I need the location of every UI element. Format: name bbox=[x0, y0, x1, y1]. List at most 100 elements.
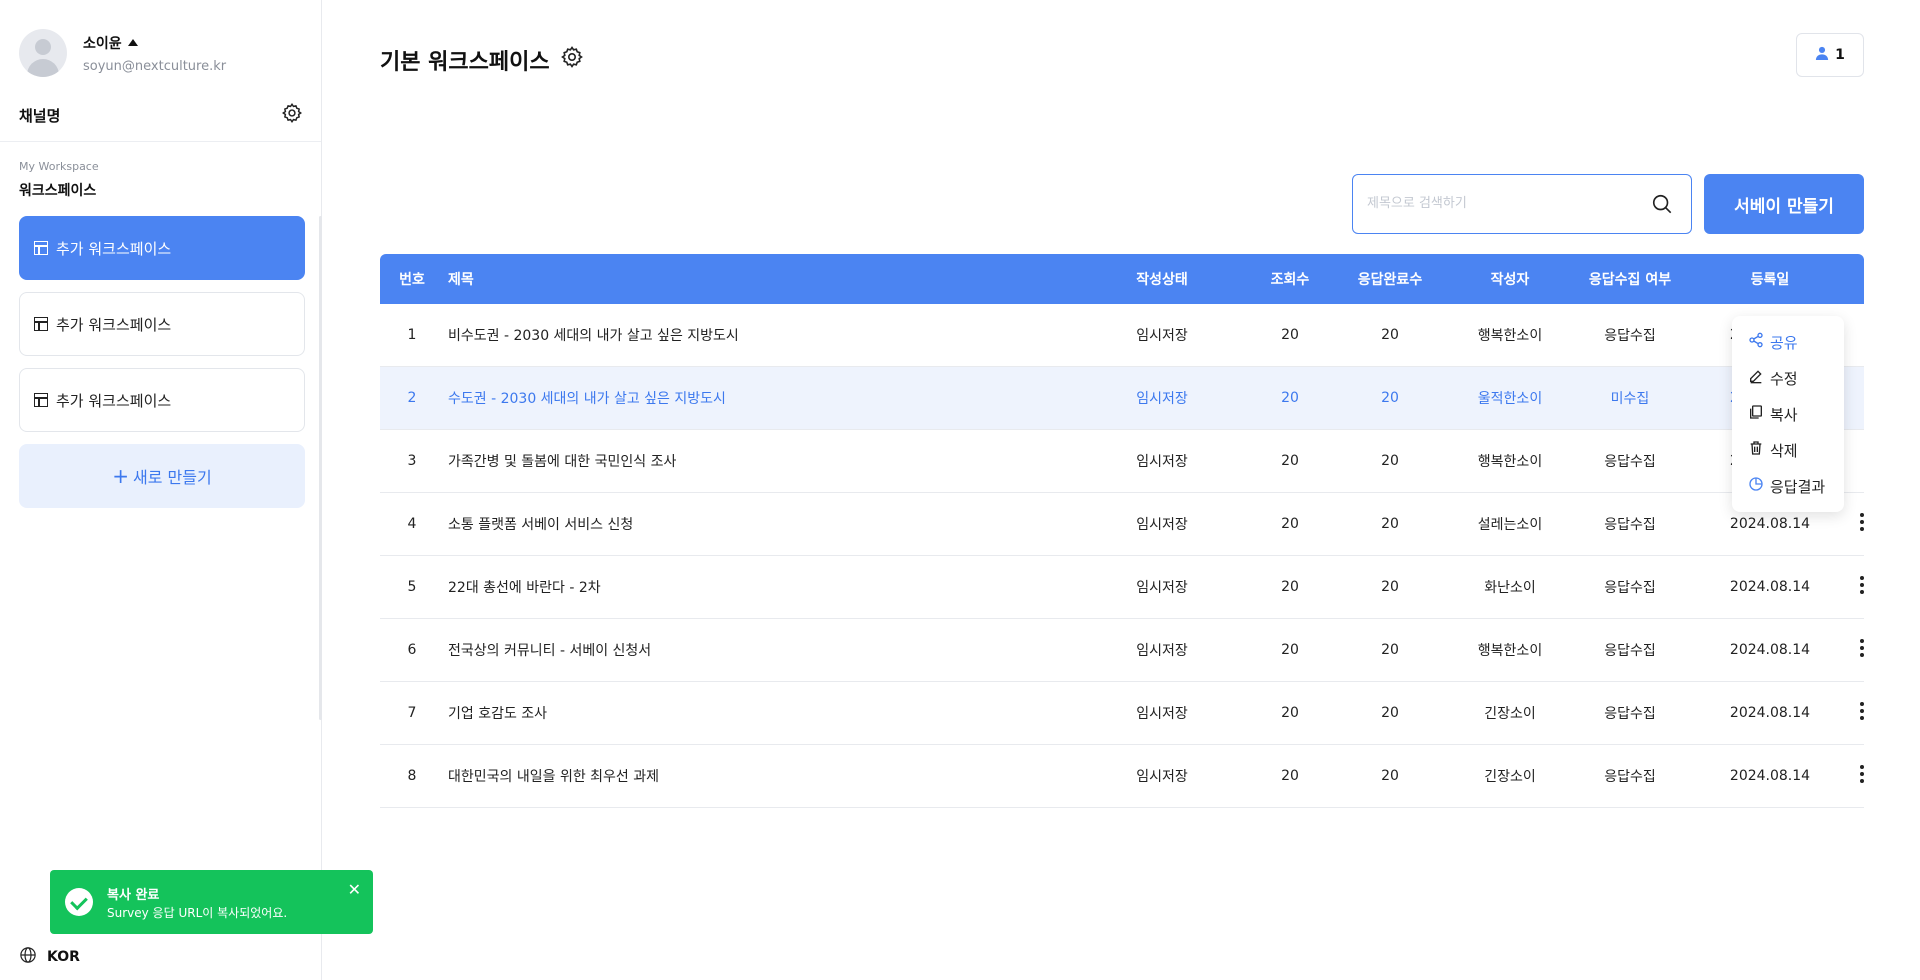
workspace-item[interactable]: 추가 워크스페이스 bbox=[19, 216, 305, 280]
menu-item-label: 수정 bbox=[1770, 369, 1798, 388]
more-vertical-icon[interactable] bbox=[1860, 576, 1864, 594]
row-author: 행복한소이 bbox=[1477, 454, 1543, 470]
caret-up-icon[interactable] bbox=[127, 39, 138, 46]
sidebar-scrollbar[interactable] bbox=[319, 216, 322, 720]
column-header[interactable]: 작성자 bbox=[1440, 269, 1580, 289]
toast-message: Survey 응답 URL이 복사되었어요. bbox=[107, 906, 288, 920]
column-header[interactable]: 작성상태 bbox=[1084, 269, 1240, 289]
page-title: 기본 워크스페이스 bbox=[380, 50, 550, 75]
sidebar: 소이윤 soyun@nextculture.kr 채널명 My Workspac… bbox=[0, 0, 322, 980]
table-row[interactable]: 7 기업 호감도 조사 임시저장 20 20 긴장소이 응답수집 2024.08… bbox=[380, 682, 1864, 745]
row-title[interactable]: 22대 총선에 바란다 - 2차 bbox=[444, 577, 1084, 597]
table-row[interactable]: 6 전국상의 커뮤니티 - 서베이 신청서 임시저장 20 20 행복한소이 응… bbox=[380, 619, 1864, 682]
workspace-item-label: 추가 워크스페이스 bbox=[56, 391, 172, 410]
more-vertical-icon[interactable] bbox=[1860, 702, 1864, 720]
more-vertical-icon[interactable] bbox=[1860, 639, 1864, 657]
survey-table: 번호 제목 작성상태 조회수 응답완료수 작성자 응답수집 여부 등록일 1 비… bbox=[380, 254, 1864, 808]
row-date: 2024.08.14 bbox=[1729, 642, 1811, 658]
workspace-title: 워크스페이스 bbox=[19, 183, 97, 199]
row-views: 20 bbox=[1281, 516, 1299, 532]
column-header[interactable]: 번호 bbox=[380, 269, 444, 289]
avatar bbox=[19, 29, 67, 77]
row-completed: 20 bbox=[1381, 642, 1399, 658]
row-status: 임시저장 bbox=[1136, 391, 1188, 407]
row-completed: 20 bbox=[1381, 768, 1399, 784]
pie-chart-icon bbox=[1748, 476, 1764, 496]
menu-item-copy[interactable]: 복사 bbox=[1732, 396, 1844, 432]
menu-item-delete[interactable]: 삭제 bbox=[1732, 432, 1844, 468]
row-title[interactable]: 소통 플랫폼 서베이 서비스 신청 bbox=[444, 514, 1084, 534]
create-survey-button[interactable]: 서베이 만들기 bbox=[1704, 174, 1864, 234]
row-completed: 20 bbox=[1381, 390, 1399, 406]
pencil-icon bbox=[1748, 368, 1764, 388]
row-title[interactable]: 수도권 - 2030 세대의 내가 살고 싶은 지방도시 bbox=[444, 388, 1084, 408]
row-title[interactable]: 비수도권 - 2030 세대의 내가 살고 싶은 지방도시 bbox=[444, 325, 1084, 345]
row-views: 20 bbox=[1281, 327, 1299, 343]
row-number: 1 bbox=[407, 327, 417, 343]
table-row[interactable]: 3 가족간병 및 돌봄에 대한 국민인식 조사 임시저장 20 20 행복한소이… bbox=[380, 430, 1864, 493]
column-header[interactable]: 응답수집 여부 bbox=[1580, 269, 1680, 289]
new-workspace-button[interactable]: + 새로 만들기 bbox=[19, 444, 305, 508]
search-icon[interactable] bbox=[1651, 193, 1673, 219]
row-date: 2024.08.14 bbox=[1729, 768, 1811, 784]
gear-icon[interactable] bbox=[281, 102, 303, 128]
workspace-item[interactable]: 추가 워크스페이스 bbox=[19, 292, 305, 356]
menu-item-label: 공유 bbox=[1770, 333, 1798, 352]
row-status: 임시저장 bbox=[1136, 454, 1188, 470]
column-header[interactable]: 제목 bbox=[444, 269, 1084, 289]
row-context-menu: 공유 수정 복사 삭제 응답결과 bbox=[1732, 316, 1844, 512]
language-selector[interactable]: KOR bbox=[19, 946, 80, 968]
row-title[interactable]: 대한민국의 내일을 위한 최우선 과제 bbox=[444, 766, 1084, 786]
workspace-item-label: 추가 워크스페이스 bbox=[56, 315, 172, 334]
share-icon bbox=[1748, 332, 1764, 352]
row-title[interactable]: 전국상의 커뮤니티 - 서베이 신청서 bbox=[444, 640, 1084, 660]
row-views: 20 bbox=[1281, 579, 1299, 595]
row-completed: 20 bbox=[1381, 516, 1399, 532]
table-row[interactable]: 5 22대 총선에 바란다 - 2차 임시저장 20 20 화난소이 응답수집 … bbox=[380, 556, 1864, 619]
row-title[interactable]: 기업 호감도 조사 bbox=[444, 703, 1084, 723]
row-status: 임시저장 bbox=[1136, 643, 1188, 659]
table-row[interactable]: 8 대한민국의 내일을 위한 최우선 과제 임시저장 20 20 긴장소이 응답… bbox=[380, 745, 1864, 808]
search-input[interactable] bbox=[1367, 175, 1637, 232]
user-icon bbox=[1815, 46, 1829, 64]
menu-item-edit[interactable]: 수정 bbox=[1732, 360, 1844, 396]
row-views: 20 bbox=[1281, 453, 1299, 469]
row-author: 화난소이 bbox=[1484, 580, 1536, 596]
row-author: 행복한소이 bbox=[1477, 643, 1543, 659]
row-number: 2 bbox=[407, 390, 417, 406]
row-collect: 미수집 bbox=[1610, 391, 1650, 407]
row-title[interactable]: 가족간병 및 돌봄에 대한 국민인식 조사 bbox=[444, 451, 1084, 471]
column-header[interactable]: 응답완료수 bbox=[1340, 269, 1440, 289]
menu-item-results[interactable]: 응답결과 bbox=[1732, 468, 1844, 504]
row-status: 임시저장 bbox=[1136, 769, 1188, 785]
toast-title: 복사 완료 bbox=[107, 888, 160, 903]
page-title-wrap: 기본 워크스페이스 bbox=[380, 44, 584, 76]
close-icon[interactable]: ✕ bbox=[348, 880, 361, 899]
workspace-caption: My Workspace bbox=[19, 160, 99, 173]
profile[interactable]: 소이윤 soyun@nextculture.kr bbox=[19, 29, 226, 77]
table-row[interactable]: 1 비수도권 - 2030 세대의 내가 살고 싶은 지방도시 임시저장 20 … bbox=[380, 304, 1864, 367]
more-vertical-icon[interactable] bbox=[1860, 513, 1864, 531]
column-header[interactable]: 등록일 bbox=[1680, 269, 1860, 289]
copy-icon bbox=[1748, 404, 1764, 424]
row-views: 20 bbox=[1281, 642, 1299, 658]
check-icon bbox=[65, 888, 93, 916]
channel-header: 채널명 bbox=[19, 103, 303, 127]
menu-item-share[interactable]: 공유 bbox=[1732, 324, 1844, 360]
layout-icon bbox=[34, 393, 48, 407]
row-collect: 응답수집 bbox=[1604, 328, 1656, 344]
profile-email: soyun@nextculture.kr bbox=[83, 58, 227, 74]
row-status: 임시저장 bbox=[1136, 706, 1188, 722]
channel-name: 채널명 bbox=[19, 106, 61, 125]
workspace-list: 추가 워크스페이스 추가 워크스페이스 추가 워크스페이스 + 새로 만들기 bbox=[19, 216, 305, 508]
search-box bbox=[1352, 174, 1692, 234]
row-author: 설레는소이 bbox=[1477, 517, 1543, 533]
column-header[interactable]: 조회수 bbox=[1240, 269, 1340, 289]
workspace-item[interactable]: 추가 워크스페이스 bbox=[19, 368, 305, 432]
more-vertical-icon[interactable] bbox=[1860, 765, 1864, 783]
row-completed: 20 bbox=[1381, 453, 1399, 469]
member-button[interactable]: 1 bbox=[1796, 33, 1864, 77]
table-row[interactable]: 4 소통 플랫폼 서베이 서비스 신청 임시저장 20 20 설레는소이 응답수… bbox=[380, 493, 1864, 556]
table-row[interactable]: 2 수도권 - 2030 세대의 내가 살고 싶은 지방도시 임시저장 20 2… bbox=[380, 367, 1864, 430]
gear-icon[interactable] bbox=[560, 45, 584, 75]
